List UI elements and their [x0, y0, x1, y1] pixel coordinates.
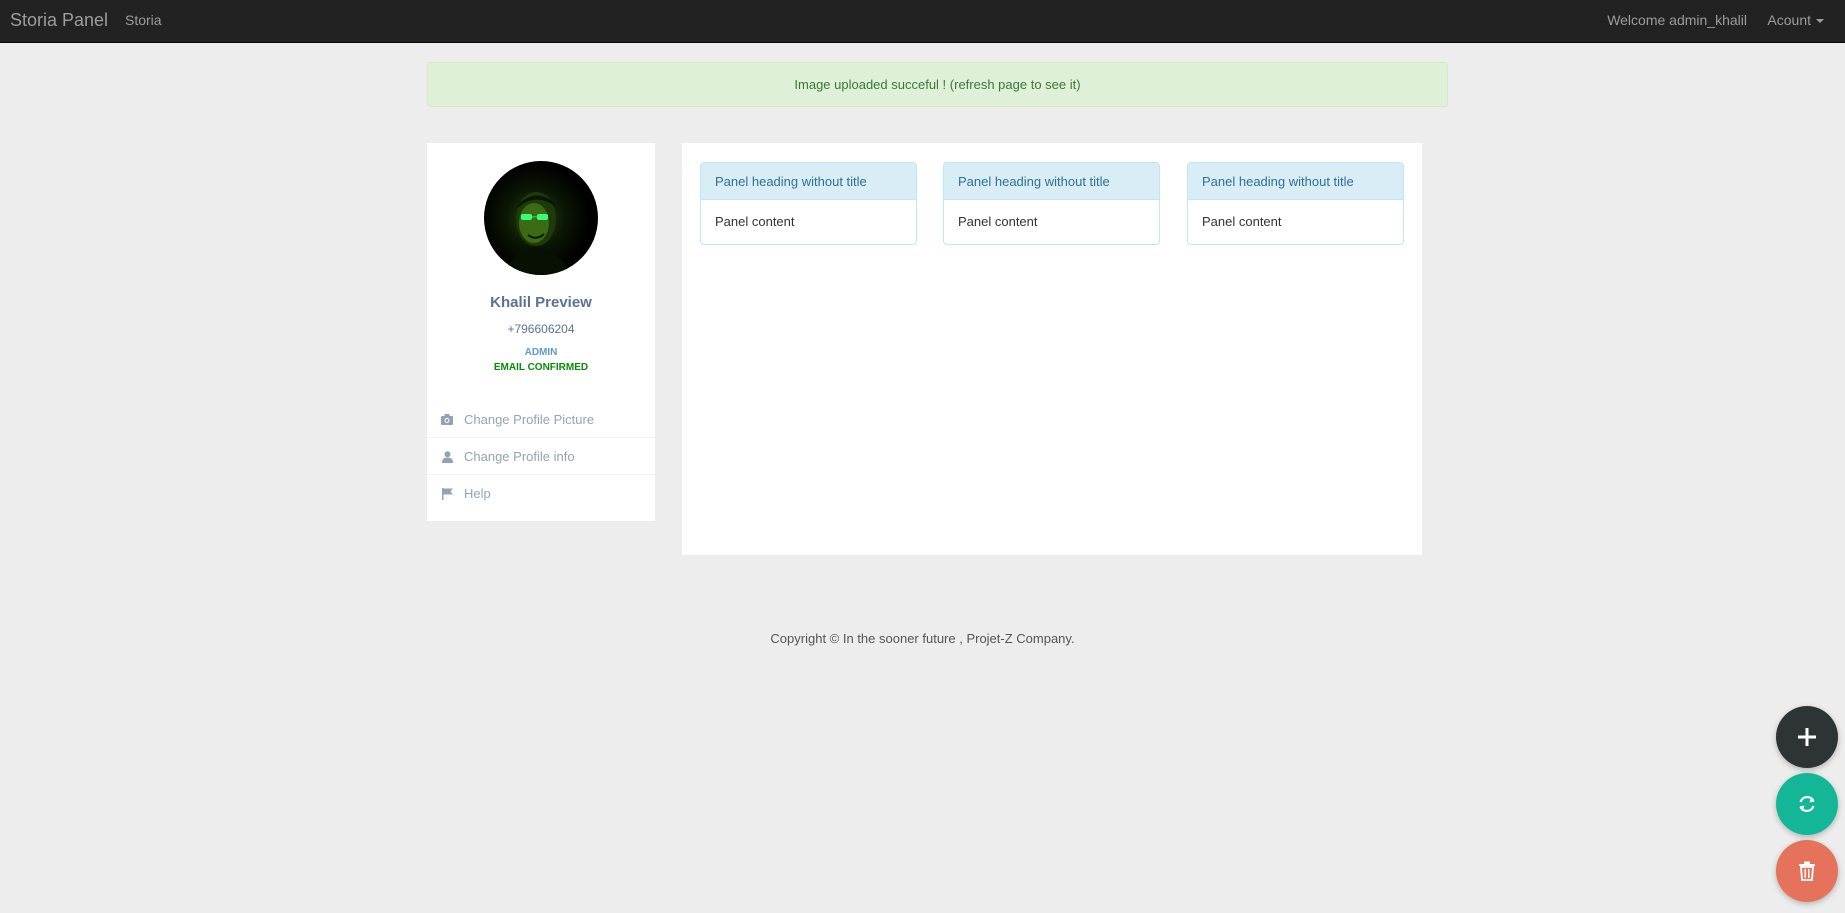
refresh-fab-button[interactable] [1776, 773, 1838, 835]
profile-sidebar: Khalil Preview +796606204 ADMIN EMAIL CO… [427, 143, 655, 521]
refresh-icon [1799, 795, 1815, 813]
camera-icon [440, 401, 454, 438]
info-panel: Panel heading without title Panel conten… [1187, 162, 1404, 245]
info-panel: Panel heading without title Panel conten… [700, 162, 917, 245]
panel-body: Panel content [958, 214, 1038, 229]
menu-item-change-info[interactable]: Change Profile info [427, 438, 655, 475]
menu-item-label: Change Profile Picture [464, 412, 595, 427]
profile-phone: +796606204 [507, 322, 575, 336]
panel-heading: Panel heading without title [1188, 163, 1403, 200]
caret-down-icon [1816, 19, 1824, 24]
upload-success-alert: Image uploaded succeful ! (refresh page … [427, 62, 1448, 107]
email-status: EMAIL CONFIRMED [493, 362, 589, 373]
menu-item-label: Help [464, 486, 491, 501]
welcome-user-link[interactable]: Welcome admin_khalil [1607, 12, 1747, 28]
flag-icon [440, 475, 454, 512]
brand-link[interactable]: Storia Panel [10, 10, 108, 30]
info-panel: Panel heading without title Panel conten… [943, 162, 1160, 245]
top-navbar: Storia Panel Storia Welcome admin_khalil… [0, 0, 1845, 43]
profile-name: Khalil Preview [490, 294, 592, 311]
menu-item-help[interactable]: Help [427, 475, 655, 512]
menu-item-change-picture[interactable]: Change Profile Picture [427, 401, 655, 438]
delete-fab-button[interactable] [1776, 840, 1838, 902]
footer-copyright: Copyright © In the sooner future , Proje… [770, 631, 1075, 646]
trash-icon [1799, 861, 1815, 881]
profile-role: ADMIN [524, 347, 558, 358]
account-dropdown[interactable]: Acount [1767, 12, 1824, 28]
panel-body: Panel content [715, 214, 795, 229]
avatar-image [504, 192, 570, 275]
plus-icon [1798, 728, 1816, 746]
add-fab-button[interactable] [1776, 706, 1838, 768]
panel-heading: Panel heading without title [701, 163, 916, 200]
avatar [484, 161, 598, 275]
main-content: Panel heading without title Panel conten… [682, 143, 1422, 555]
nav-link-storia[interactable]: Storia [125, 12, 162, 28]
user-icon [440, 438, 454, 475]
panel-heading: Panel heading without title [944, 163, 1159, 200]
account-dropdown-label: Acount [1767, 12, 1811, 28]
panel-body: Panel content [1202, 214, 1282, 229]
menu-item-label: Change Profile info [464, 449, 575, 464]
profile-menu: Change Profile Picture Change Profile in… [427, 401, 655, 512]
